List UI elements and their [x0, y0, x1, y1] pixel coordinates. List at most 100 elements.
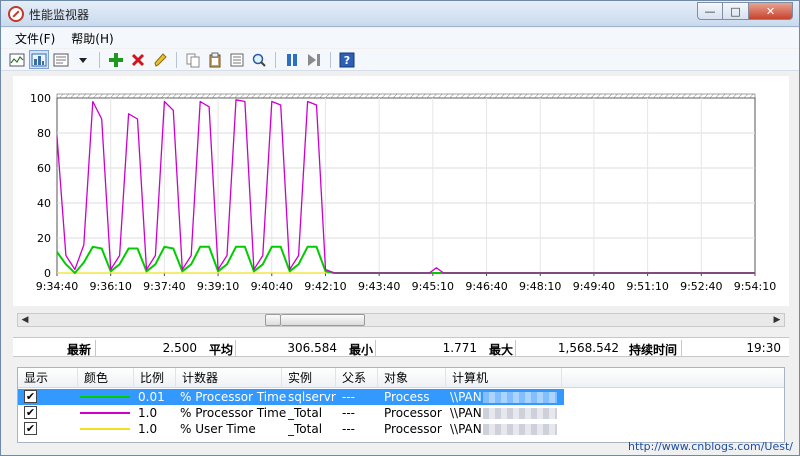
- y-tick-label: 0: [44, 267, 51, 280]
- menu-file[interactable]: 文件(F): [7, 30, 63, 47]
- show-checkbox[interactable]: ✔: [24, 422, 37, 435]
- zoom-icon[interactable]: [249, 50, 269, 69]
- x-tick-label: 9:54:10: [734, 280, 776, 293]
- row-object: Processor: [384, 406, 442, 420]
- redacted-hostname: [482, 392, 557, 403]
- y-tick-label: 20: [37, 232, 51, 245]
- table-row[interactable]: ✔ 0.01 % Processor Time sqlservr --- Process \…: [18, 389, 564, 405]
- header-parent[interactable]: 父系: [336, 368, 378, 388]
- dropdown-icon[interactable]: [73, 50, 93, 69]
- counter-table: 显示 颜色 比例 计数器 实例 父系 对象 计算机 ✔ 0.01 % Process…: [17, 367, 785, 443]
- stat-latest-label: 最新: [67, 343, 92, 357]
- row-counter: % User Time: [180, 422, 256, 436]
- row-instance: _Total: [288, 422, 323, 436]
- line-chart: 100 80 60 40 20 09:34:40 9:36:10 9:37:40 9:39:10…: [30, 92, 776, 293]
- table-row[interactable]: ✔ 1.0 % User Time _Total --- Processor \\PAN: [18, 421, 564, 437]
- x-tick-label: 9:39:10: [197, 280, 239, 293]
- x-tick-label: 9:45:10: [412, 280, 454, 293]
- x-tick-label: 9:48:10: [519, 280, 561, 293]
- properties-icon[interactable]: [227, 50, 247, 69]
- delete-counter-icon[interactable]: [128, 50, 148, 69]
- stat-latest-value: 2.500: [95, 340, 201, 356]
- scroll-right-icon[interactable]: ▶: [770, 314, 784, 326]
- title-bar[interactable]: 性能监视器 — □ ✕: [1, 1, 799, 27]
- show-checkbox[interactable]: ✔: [24, 390, 37, 403]
- row-scale: 1.0: [138, 406, 158, 420]
- stat-maximum-value: 1,568.542: [515, 340, 623, 356]
- y-tick-label: 100: [30, 92, 51, 105]
- view-graph-icon[interactable]: [7, 50, 27, 69]
- row-instance: _Total: [288, 406, 323, 420]
- stats-bar: 最新 2.500 平均 306.584 最小 1.771 最大 1,568.54…: [13, 337, 789, 357]
- x-tick-label: 9:40:40: [251, 280, 293, 293]
- x-tick-label: 9:46:40: [465, 280, 507, 293]
- menu-bar: 文件(F) 帮助(H): [1, 28, 799, 48]
- time-scrollbar[interactable]: ◀ ▶: [17, 313, 785, 327]
- row-scale: 0.01: [138, 390, 165, 404]
- x-tick-label: 9:51:10: [626, 280, 668, 293]
- header-counter[interactable]: 计数器: [176, 368, 282, 388]
- row-parent: ---: [342, 390, 355, 404]
- toolbar: ?: [1, 49, 799, 71]
- paste-icon[interactable]: [205, 50, 225, 69]
- redacted-hostname: [482, 408, 557, 419]
- scrollbar-thumb-left[interactable]: [265, 314, 281, 326]
- row-instance: sqlservr: [288, 390, 336, 404]
- row-computer-text: \\PAN: [450, 422, 482, 436]
- row-object: Processor: [384, 422, 442, 436]
- series-color-swatch: [80, 428, 130, 430]
- maximize-button[interactable]: □: [723, 2, 749, 20]
- row-scale: 1.0: [138, 422, 158, 436]
- stat-duration-value: 19:30: [681, 340, 785, 356]
- row-computer: \\PAN: [450, 421, 557, 437]
- show-checkbox[interactable]: ✔: [24, 406, 37, 419]
- svg-text:?: ?: [344, 54, 350, 67]
- y-tick-label: 60: [37, 162, 51, 175]
- close-button[interactable]: ✕: [749, 2, 793, 20]
- stat-duration-label: 持续时间: [629, 343, 678, 357]
- stat-minimum-label: 最小: [349, 343, 374, 357]
- row-computer: \\PAN: [450, 405, 557, 421]
- table-row[interactable]: ✔ 1.0 % Processor Time _Total --- Processor \\…: [18, 405, 564, 421]
- toolbar-separator: [99, 51, 100, 68]
- copy-icon[interactable]: [183, 50, 203, 69]
- stat-average-value: 306.584: [235, 340, 341, 356]
- freeze-icon[interactable]: [282, 50, 302, 69]
- scroll-left-icon[interactable]: ◀: [18, 314, 32, 326]
- menu-help[interactable]: 帮助(H): [63, 30, 121, 47]
- header-scale[interactable]: 比例: [134, 368, 176, 388]
- x-tick-label: 9:37:40: [143, 280, 185, 293]
- y-tick-label: 80: [37, 127, 51, 140]
- x-tick-label: 9:36:10: [89, 280, 131, 293]
- x-tick-label: 9:34:40: [36, 280, 78, 293]
- header-instance[interactable]: 实例: [282, 368, 336, 388]
- header-object[interactable]: 对象: [378, 368, 446, 388]
- view-histogram-icon[interactable]: [29, 50, 49, 69]
- row-counter: % Processor Time: [180, 406, 287, 420]
- stat-minimum-value: 1.771: [375, 340, 481, 356]
- highlight-icon[interactable]: [150, 50, 170, 69]
- row-parent: ---: [342, 406, 355, 420]
- row-computer-text: \\PAN: [450, 406, 482, 420]
- header-computer[interactable]: 计算机: [446, 368, 562, 388]
- header-color[interactable]: 颜色: [78, 368, 134, 388]
- perfmon-window: 性能监视器 — □ ✕ 文件(F) 帮助(H) ? 100 80 60 40 2…: [0, 0, 800, 456]
- toolbar-separator: [176, 51, 177, 68]
- scrollbar-thumb[interactable]: [281, 314, 365, 326]
- stat-average-label: 平均: [209, 343, 234, 357]
- view-report-icon[interactable]: [51, 50, 71, 69]
- toolbar-separator: [330, 51, 331, 68]
- header-show[interactable]: 显示: [18, 368, 78, 388]
- row-object: Process: [384, 390, 430, 404]
- help-icon[interactable]: ?: [337, 50, 357, 69]
- graph-panel[interactable]: 100 80 60 40 20 0 9:34:40 9:36:10 9:37:40 9:39:10…: [13, 76, 789, 306]
- max-value-band: [56, 93, 756, 99]
- row-parent: ---: [342, 422, 355, 436]
- x-tick-label: 9:43:40: [358, 280, 400, 293]
- update-icon[interactable]: [304, 50, 324, 69]
- caption-buttons: — □ ✕: [697, 2, 793, 22]
- y-tick-label: 40: [37, 197, 51, 210]
- row-computer: \\PAN: [450, 389, 557, 405]
- add-counter-icon[interactable]: [106, 50, 126, 69]
- minimize-button[interactable]: —: [697, 2, 723, 20]
